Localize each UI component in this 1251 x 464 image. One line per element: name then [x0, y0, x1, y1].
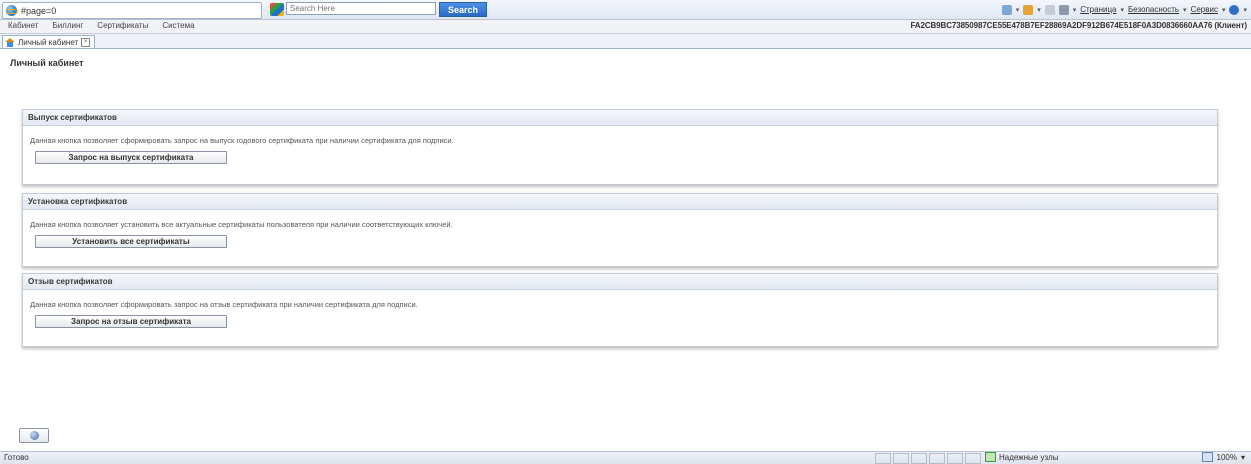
browser-commands: ▾ ▾ ▾ Страница ▾ Безопасность ▾ Сервис ▾ ▾: [1001, 3, 1247, 16]
panel-description: Данная кнопка позволяет сформировать зап…: [30, 136, 454, 145]
request-issue-button[interactable]: Запрос на выпуск сертификата: [35, 151, 227, 164]
menu-item-cabinet[interactable]: Кабинет: [8, 21, 38, 30]
dropdown-arrow-icon[interactable]: ▾: [1037, 6, 1041, 14]
service-menu[interactable]: Сервис: [1191, 5, 1218, 14]
search-group: Search: [270, 2, 487, 17]
app-tab-strip: Личный кабинет ×: [0, 34, 1251, 49]
browser-tab-title: #page=0: [21, 5, 57, 16]
dropdown-arrow-icon: ▾: [1120, 6, 1125, 14]
app-menu-bar: Кабинет Биллинг Сертификаты Система FA2C…: [0, 20, 1251, 34]
home-icon: [5, 37, 15, 47]
menu-item-system[interactable]: Система: [162, 21, 194, 30]
status-bar: Готово Надежные узлы 100% ▾: [0, 451, 1251, 464]
status-cell: [947, 453, 963, 464]
zoom-level: 100%: [1216, 452, 1237, 462]
panel-description: Данная кнопка позволяет установить все а…: [30, 220, 453, 229]
panel-description: Данная кнопка позволяет сформировать зап…: [30, 300, 418, 309]
print-icon[interactable]: [1058, 4, 1069, 15]
search-engine-icon[interactable]: [270, 3, 284, 16]
status-cell: [911, 453, 927, 464]
dropdown-arrow-icon[interactable]: ▾: [1073, 6, 1077, 14]
install-certificates-panel: Установка сертификатов Данная кнопка поз…: [22, 193, 1218, 267]
feeds-icon[interactable]: [1023, 4, 1034, 15]
panel-title: Установка сертификатов: [23, 194, 1217, 210]
help-icon: [29, 431, 39, 440]
home-page-icon[interactable]: [1001, 4, 1012, 15]
help-button[interactable]: [19, 428, 49, 443]
status-text: Готово: [4, 453, 29, 462]
dropdown-arrow-icon: ▾: [1183, 6, 1187, 14]
issue-certificates-panel: Выпуск сертификатов Данная кнопка позвол…: [22, 109, 1218, 185]
panel-title: Отзыв сертификатов: [23, 274, 1217, 290]
status-cell: [875, 453, 891, 464]
search-button[interactable]: Search: [439, 2, 487, 17]
chevron-down-icon: ▾: [1240, 452, 1245, 462]
status-cell: [965, 453, 981, 464]
user-certificate-id: FA2CB9BC73850987CE55E478B7EF28869A2DF912…: [910, 21, 1247, 30]
search-input[interactable]: [286, 2, 436, 15]
request-revoke-button[interactable]: Запрос на отзыв сертификата: [35, 315, 227, 328]
page-menu[interactable]: Страница: [1080, 5, 1116, 14]
status-cell: [893, 453, 909, 464]
zoom-control[interactable]: 100% ▾: [1201, 452, 1245, 462]
panel-title: Выпуск сертификатов: [23, 110, 1217, 126]
page-title: Личный кабинет: [10, 58, 84, 68]
status-cell: [929, 453, 945, 464]
tab-personal-cabinet[interactable]: Личный кабинет ×: [2, 35, 96, 48]
menu-items: Кабинет Биллинг Сертификаты Система: [8, 21, 195, 30]
help-menu-icon[interactable]: [1229, 4, 1240, 15]
browser-toolbar: #page=0 Search ▾ ▾ ▾ Страница▾ Безопасно…: [0, 0, 1251, 20]
revoke-certificates-panel: Отзыв сертификатов Данная кнопка позволя…: [22, 273, 1218, 347]
status-cells: [875, 453, 981, 464]
tab-close-icon[interactable]: ×: [81, 37, 91, 47]
dropdown-arrow-icon: ▾: [1243, 6, 1247, 14]
dropdown-arrow-icon[interactable]: ▾: [1016, 6, 1020, 14]
menu-item-certificates[interactable]: Сертификаты: [97, 21, 148, 30]
tab-label: Личный кабинет: [18, 37, 79, 47]
menu-item-billing[interactable]: Биллинг: [52, 21, 83, 30]
install-all-button[interactable]: Установить все сертификаты: [35, 235, 227, 248]
ie-logo-icon: [4, 5, 20, 16]
security-zone[interactable]: Надежные узлы: [985, 452, 1058, 462]
trusted-zone-icon: [985, 452, 996, 462]
zone-label: Надежные узлы: [999, 452, 1059, 462]
security-menu[interactable]: Безопасность: [1128, 5, 1179, 14]
zoom-icon: [1201, 452, 1213, 462]
browser-tab[interactable]: #page=0: [2, 2, 262, 19]
dropdown-arrow-icon: ▾: [1221, 6, 1226, 14]
mail-icon[interactable]: [1044, 4, 1055, 15]
